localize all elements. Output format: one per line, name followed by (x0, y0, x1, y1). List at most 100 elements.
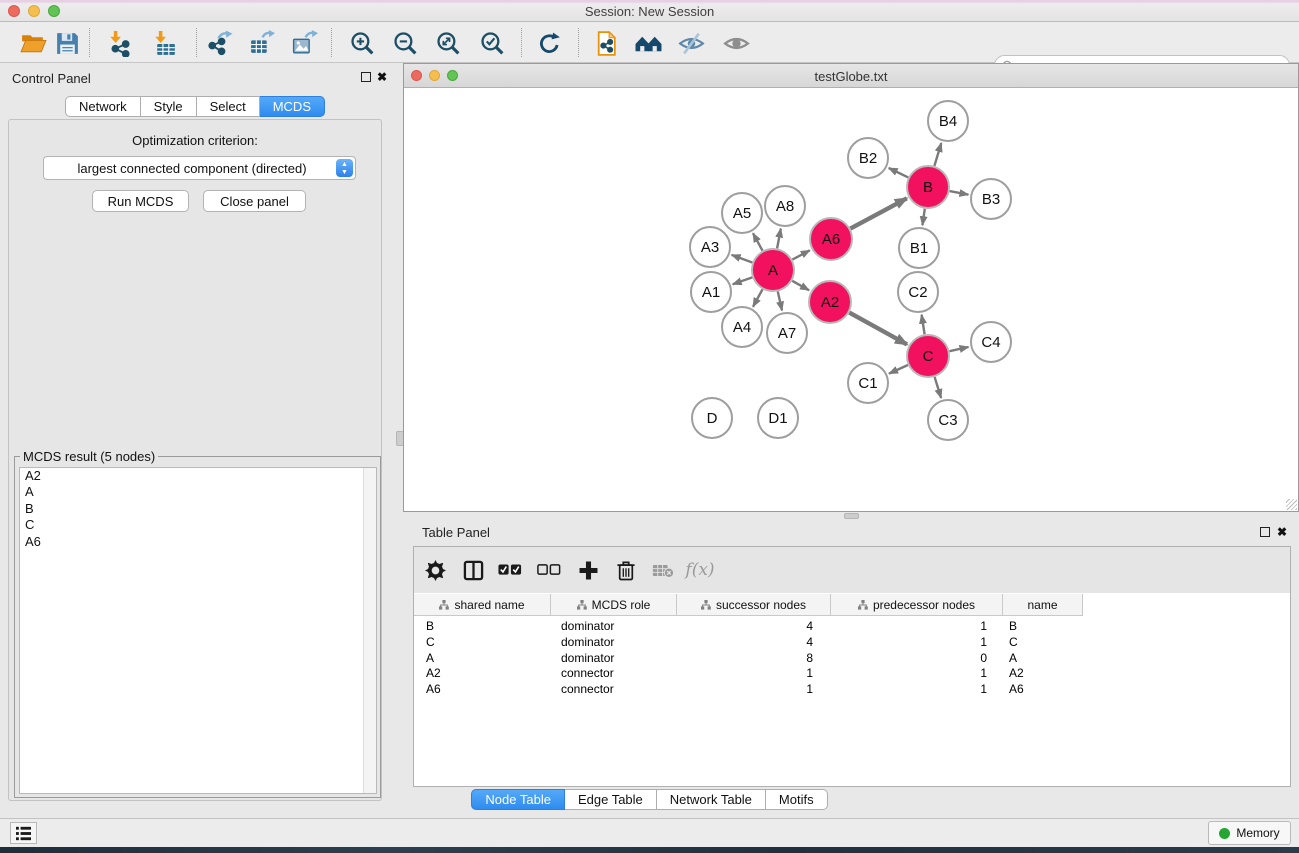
delete-column-button[interactable] (611, 556, 641, 584)
node-B[interactable]: B (907, 166, 949, 208)
node-A3[interactable]: A3 (690, 227, 730, 267)
tab-style[interactable]: Style (141, 96, 197, 117)
tab-network-table[interactable]: Network Table (657, 789, 766, 810)
node-D1[interactable]: D1 (758, 398, 798, 438)
column-header-name[interactable]: name (1003, 594, 1083, 616)
close-table-panel-icon[interactable]: ✖ (1277, 527, 1287, 537)
edge-A-A5[interactable] (753, 233, 763, 251)
import-table-button[interactable] (149, 27, 181, 59)
edge-A-A7[interactable] (778, 292, 782, 311)
zoom-selected-button[interactable] (476, 27, 508, 59)
memory-button[interactable]: Memory (1208, 821, 1291, 845)
node-A[interactable]: A (752, 249, 794, 291)
node-A5[interactable]: A5 (722, 193, 762, 233)
node-A4[interactable]: A4 (722, 307, 762, 347)
edge-A6-B[interactable] (850, 198, 906, 228)
clear-all-checks-button[interactable] (534, 556, 564, 584)
node-A1[interactable]: A1 (691, 272, 731, 312)
node-A8[interactable]: A8 (765, 186, 805, 226)
hide-panel-button[interactable] (675, 27, 707, 59)
network-from-file-button[interactable] (590, 27, 622, 59)
edge-A-A1[interactable] (733, 277, 753, 284)
tab-mcds[interactable]: MCDS (260, 96, 325, 117)
column-header-MCDS-role[interactable]: MCDS role (551, 594, 677, 616)
result-list-item[interactable]: A6 (20, 534, 376, 550)
column-header-successor-nodes[interactable]: successor nodes (677, 594, 831, 616)
tab-network[interactable]: Network (65, 96, 141, 117)
table-row[interactable]: Bdominator41B (414, 618, 1083, 634)
table-header-row[interactable]: shared nameMCDS rolesuccessor nodesprede… (414, 594, 1083, 616)
edge-A-A4[interactable] (753, 289, 763, 307)
horizontal-splitter-handle[interactable] (844, 513, 859, 519)
column-header-shared-name[interactable]: shared name (414, 594, 551, 616)
open-file-button[interactable] (17, 27, 49, 59)
node-B3[interactable]: B3 (971, 179, 1011, 219)
node-B2[interactable]: B2 (848, 138, 888, 178)
tab-select[interactable]: Select (197, 96, 260, 117)
export-table-button[interactable] (245, 27, 277, 59)
edge-B-B2[interactable] (889, 168, 909, 177)
node-C[interactable]: C (907, 335, 949, 377)
tab-edge-table[interactable]: Edge Table (565, 789, 657, 810)
export-image-button[interactable] (288, 27, 320, 59)
zoom-in-button[interactable] (346, 27, 378, 59)
close-panel-icon[interactable]: ✖ (377, 72, 387, 82)
edge-A-A3[interactable] (732, 255, 753, 263)
edge-A-A6[interactable] (792, 250, 809, 259)
edge-C-C4[interactable] (950, 347, 969, 351)
node-C3[interactable]: C3 (928, 400, 968, 440)
save-session-button[interactable] (51, 27, 83, 59)
node-B1[interactable]: B1 (899, 228, 939, 268)
edge-B-B3[interactable] (950, 191, 969, 195)
float-table-panel-icon[interactable] (1260, 527, 1270, 537)
node-D[interactable]: D (692, 398, 732, 438)
table-row[interactable]: A6connector11A6 (414, 681, 1083, 697)
edge-A2-C[interactable] (849, 313, 907, 345)
result-list-item[interactable]: A2 (20, 468, 376, 484)
tab-motifs[interactable]: Motifs (766, 789, 828, 810)
node-A7[interactable]: A7 (767, 313, 807, 353)
close-panel-button[interactable]: Close panel (203, 190, 306, 212)
result-list-item[interactable]: B (20, 501, 376, 517)
select-all-checks-button[interactable] (495, 556, 525, 584)
node-A2[interactable]: A2 (809, 281, 851, 323)
export-network-button[interactable] (203, 27, 235, 59)
edge-C-C2[interactable] (922, 315, 925, 335)
result-list-item[interactable]: A (20, 484, 376, 500)
add-column-button[interactable] (573, 556, 603, 584)
home-button[interactable] (632, 27, 664, 59)
zoom-out-button[interactable] (389, 27, 421, 59)
edge-C-C3[interactable] (935, 377, 942, 398)
task-history-button[interactable] (10, 822, 37, 844)
show-panel-button[interactable] (720, 27, 752, 59)
node-B4[interactable]: B4 (928, 101, 968, 141)
node-C4[interactable]: C4 (971, 322, 1011, 362)
import-network-button[interactable] (104, 27, 136, 59)
network-window-titlebar[interactable]: testGlobe.txt (404, 64, 1298, 88)
refresh-button[interactable] (533, 27, 565, 59)
criterion-dropdown[interactable]: largest connected component (directed) ▲… (43, 156, 356, 180)
table-row[interactable]: A2connector11A2 (414, 665, 1083, 681)
result-list-scrollbar[interactable] (363, 468, 376, 793)
result-list-item[interactable]: C (20, 517, 376, 533)
edge-A-A2[interactable] (792, 281, 809, 291)
zoom-fit-button[interactable] (432, 27, 464, 59)
edge-B-B1[interactable] (922, 209, 924, 225)
node-C1[interactable]: C1 (848, 363, 888, 403)
float-panel-icon[interactable] (361, 72, 371, 82)
resize-grip-icon[interactable] (1286, 499, 1297, 510)
tab-node-table[interactable]: Node Table (471, 789, 565, 810)
node-C2[interactable]: C2 (898, 272, 938, 312)
edge-A-A8[interactable] (777, 229, 781, 249)
table-row[interactable]: Adominator80A (414, 650, 1083, 666)
node-A6[interactable]: A6 (810, 218, 852, 260)
table-settings-button[interactable] (420, 556, 450, 584)
edge-B-B4[interactable] (934, 143, 941, 166)
toggle-columns-button[interactable] (458, 556, 488, 584)
table-row[interactable]: Cdominator41C (414, 634, 1083, 650)
mcds-result-list[interactable]: A2ABCA6 (19, 467, 377, 794)
network-canvas[interactable]: B4 B2 B B3 A8 A5 A6 A3 B1 A A1 C2 A2 A4 … (404, 88, 1298, 511)
column-header-predecessor-nodes[interactable]: predecessor nodes (831, 594, 1003, 616)
run-mcds-button[interactable]: Run MCDS (92, 190, 189, 212)
edge-C-C1[interactable] (889, 365, 908, 374)
